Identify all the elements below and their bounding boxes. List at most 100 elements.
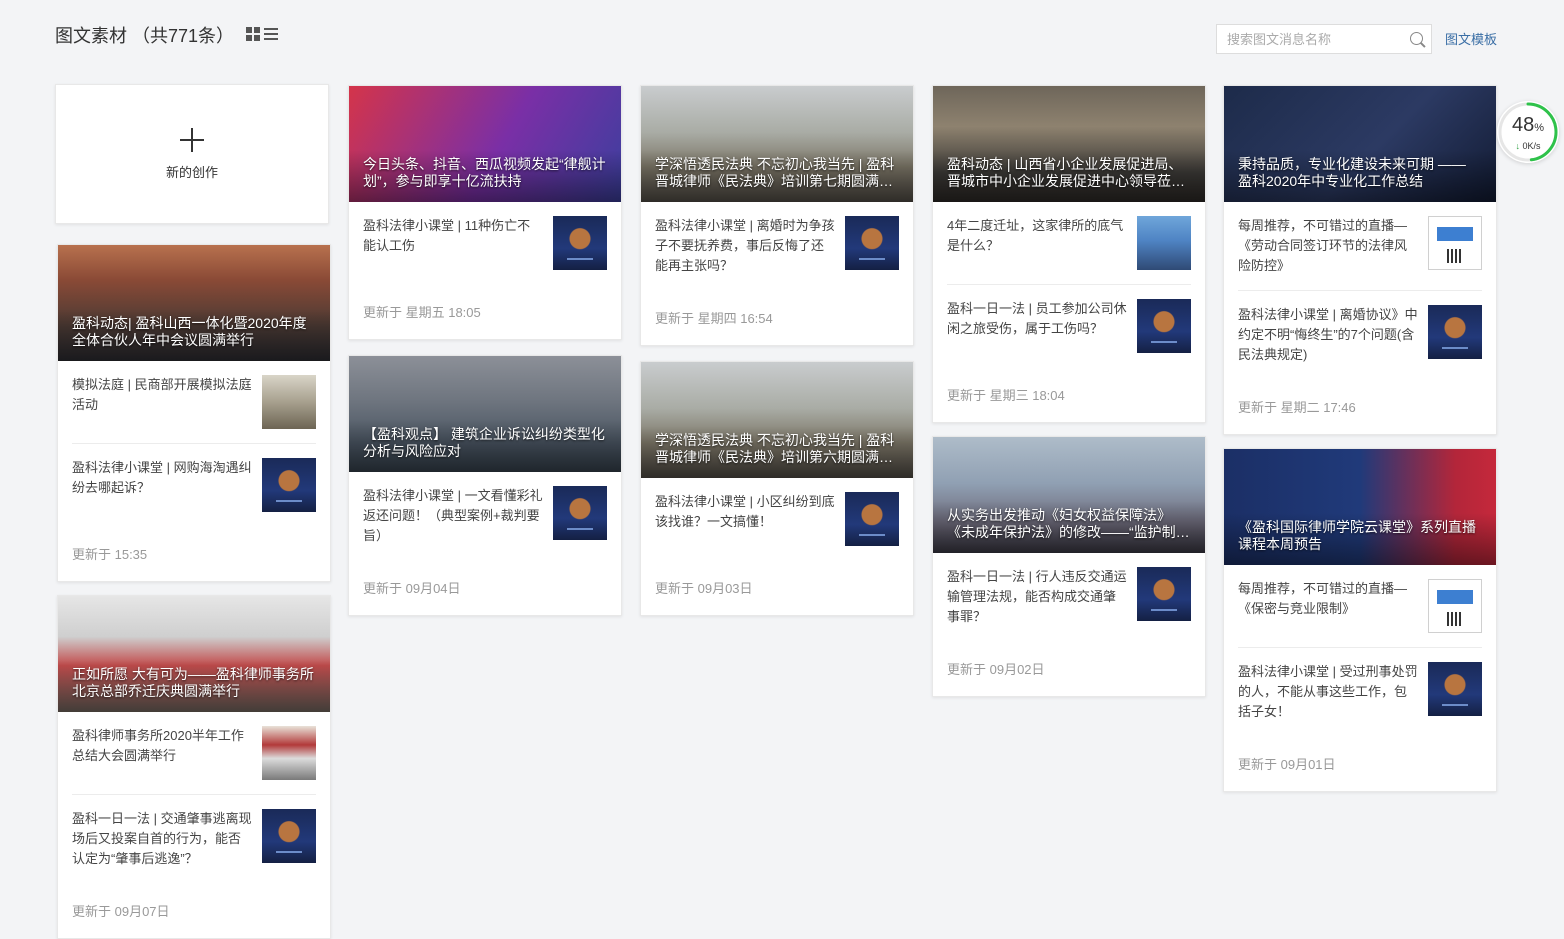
list-item[interactable]: 每周推荐，不可错过的直播—《劳动合同签订环节的法律风险防控》: [1238, 202, 1482, 291]
grid-view-icon[interactable]: [246, 27, 260, 41]
thumbnail-image: [1428, 662, 1482, 716]
updated-time: 更新于 星期二 17:46: [1238, 400, 1356, 415]
cover-title: 学深悟透民法典 不忘初心我当先 | 盈科晋城律师《民法典》培训第六期圆满举行: [641, 426, 913, 478]
cover-title: 【盈科观点】 建筑企业诉讼纠纷类型化分析与风险应对: [349, 420, 621, 472]
cover-image[interactable]: 学深悟透民法典 不忘初心我当先 | 盈科晋城律师《民法典》培训第七期圆满举行: [641, 86, 913, 202]
page-title: 图文素材 （共771条）: [55, 26, 235, 46]
list-item[interactable]: 盈科一日一法 | 行人违反交通运输管理法规，能否构成交通肇事罪？: [947, 553, 1191, 641]
item-title: 盈科一日一法 | 行人违反交通运输管理法规，能否构成交通肇事罪？: [947, 569, 1127, 624]
list-item[interactable]: 4年二度迁址，这家律所的底气是什么？: [947, 202, 1191, 285]
cover-image[interactable]: 秉持品质，专业化建设未来可期 —— 盈科2020年中专业化工作总结: [1224, 86, 1496, 202]
search-icon[interactable]: [1410, 32, 1423, 45]
updated-time: 更新于 09月02日: [947, 662, 1045, 677]
list-item[interactable]: 盈科一日一法 | 员工参加公司休闲之旅受伤，属于工伤吗？: [947, 285, 1191, 367]
updated-time: 更新于 09月04日: [363, 581, 461, 596]
cover-title: 《盈科国际律师学院云课堂》系列直播课程本周预告: [1224, 513, 1496, 565]
thumbnail-image: [262, 375, 316, 429]
article-card[interactable]: 从实务出发推动《妇女权益保障法》《未成年保护法》的修改——“监护制度”研讨会 盈…: [932, 436, 1206, 697]
cover-image[interactable]: 正如所愿 大有可为——盈科律师事务所北京总部乔迁庆典圆满举行: [58, 596, 330, 712]
thumbnail-image: [1137, 299, 1191, 353]
thumbnail-image: [1137, 216, 1191, 270]
item-title: 盈科法律小课堂 | 离婚协议》中约定不明“悔终生”的7个问题(含民法典规定): [1238, 307, 1418, 362]
down-arrow-icon: ↓: [1515, 141, 1520, 151]
cover-image[interactable]: 今日头条、抖音、西瓜视频发起“律舰计划”，参与即享十亿流扶持: [349, 86, 621, 202]
list-item[interactable]: 盈科法律小课堂 | 11种伤亡不能认工伤: [363, 202, 607, 284]
list-item[interactable]: 盈科法律小课堂 | 小区纠纷到底该找谁？一文搞懂！: [655, 478, 899, 560]
thumbnail-image: [845, 492, 899, 546]
cover-title: 从实务出发推动《妇女权益保障法》《未成年保护法》的修改——“监护制度”研讨会: [933, 501, 1205, 553]
cover-image[interactable]: 《盈科国际律师学院云课堂》系列直播课程本周预告: [1224, 449, 1496, 565]
thumbnail-image: [262, 809, 316, 863]
article-card[interactable]: 学深悟透民法典 不忘初心我当先 | 盈科晋城律师《民法典》培训第七期圆满举行 盈…: [640, 85, 914, 346]
thumbnail-image: [1428, 579, 1482, 633]
cover-title: 正如所愿 大有可为——盈科律师事务所北京总部乔迁庆典圆满举行: [58, 660, 330, 712]
updated-time: 更新于 15:35: [72, 547, 148, 562]
cover-image[interactable]: 盈科动态 | 山西省小企业发展促进局、晋城市中小企业发展促进中心领导莅临指导: [933, 86, 1205, 202]
updated-time: 更新于 09月07日: [72, 904, 170, 919]
speed-rate: ↓ 0K/s: [1515, 141, 1541, 151]
item-title: 盈科法律小课堂 | 网购海淘遇纠纷去哪起诉？: [72, 460, 252, 495]
thumbnail-image: [553, 486, 607, 540]
cover-title: 秉持品质，专业化建设未来可期 —— 盈科2020年中专业化工作总结: [1224, 150, 1496, 202]
updated-time: 更新于 星期三 18:04: [947, 388, 1065, 403]
item-title: 盈科一日一法 | 交通肇事逃离现场后又投案自首的行为，能否认定为“肇事后逃逸”？: [72, 811, 252, 866]
list-item[interactable]: 盈科法律小课堂 | 受过刑事处罚的人，不能从事这些工作，包括子女！: [1238, 648, 1482, 736]
cover-title: 今日头条、抖音、西瓜视频发起“律舰计划”，参与即享十亿流扶持: [349, 150, 621, 202]
cover-title: 盈科动态 | 山西省小企业发展促进局、晋城市中小企业发展促进中心领导莅临指导: [933, 150, 1205, 202]
item-title: 盈科法律小课堂 | 离婚时为争孩子不要抚养费，事后反悔了还能再主张吗？: [655, 218, 835, 273]
item-title: 盈科一日一法 | 员工参加公司休闲之旅受伤，属于工伤吗？: [947, 301, 1127, 336]
item-title: 盈科法律小课堂 | 受过刑事处罚的人，不能从事这些工作，包括子女！: [1238, 664, 1418, 719]
article-card[interactable]: 《盈科国际律师学院云课堂》系列直播课程本周预告 每周推荐，不可错过的直播—《保密…: [1223, 448, 1497, 792]
cover-title: 盈科动态| 盈科山西一体化暨2020年度全体合伙人年中会议圆满举行: [58, 309, 330, 361]
list-item[interactable]: 盈科法律小课堂 | 一文看懂彩礼返还问题！（典型案例+裁判要旨）: [363, 472, 607, 560]
thumbnail-image: [845, 216, 899, 270]
updated-time: 更新于 09月01日: [1238, 757, 1336, 772]
item-title: 每周推荐，不可错过的直播—《劳动合同签订环节的法律风险防控》: [1238, 218, 1408, 273]
list-item[interactable]: 盈科法律小课堂 | 离婚协议》中约定不明“悔终生”的7个问题(含民法典规定): [1238, 291, 1482, 379]
speed-percent: 48%: [1511, 114, 1545, 136]
list-item[interactable]: 每周推荐，不可错过的直播—《保密与竞业限制》: [1238, 565, 1482, 648]
item-title: 盈科法律小课堂 | 一文看懂彩礼返还问题！（典型案例+裁判要旨）: [363, 488, 543, 543]
top-bar: 图文素材 （共771条） 图文模板: [0, 0, 1564, 70]
item-title: 4年二度迁址，这家律所的底气是什么？: [947, 218, 1124, 253]
updated-time: 更新于 星期四 16:54: [655, 311, 773, 326]
cover-title: 学深悟透民法典 不忘初心我当先 | 盈科晋城律师《民法典》培训第七期圆满举行: [641, 150, 913, 202]
cover-image[interactable]: 盈科动态| 盈科山西一体化暨2020年度全体合伙人年中会议圆满举行: [58, 245, 330, 361]
article-card[interactable]: 正如所愿 大有可为——盈科律师事务所北京总部乔迁庆典圆满举行 盈科律师事务所20…: [57, 595, 331, 939]
thumbnail-image: [262, 726, 316, 780]
article-card[interactable]: 学深悟透民法典 不忘初心我当先 | 盈科晋城律师《民法典》培训第六期圆满举行 盈…: [640, 361, 914, 616]
thumbnail-image: [553, 216, 607, 270]
article-card[interactable]: 【盈科观点】 建筑企业诉讼纠纷类型化分析与风险应对 盈科法律小课堂 | 一文看懂…: [348, 355, 622, 616]
cover-image[interactable]: 学深悟透民法典 不忘初心我当先 | 盈科晋城律师《民法典》培训第六期圆满举行: [641, 362, 913, 478]
thumbnail-image: [1428, 216, 1482, 270]
item-title: 盈科律师事务所2020半年工作总结大会圆满举行: [72, 728, 244, 763]
item-title: 每周推荐，不可错过的直播—《保密与竞业限制》: [1238, 581, 1408, 616]
article-card[interactable]: 秉持品质，专业化建设未来可期 —— 盈科2020年中专业化工作总结 每周推荐，不…: [1223, 85, 1497, 435]
search-input[interactable]: [1217, 25, 1417, 53]
search-box: [1216, 24, 1432, 54]
view-toggle: [246, 27, 278, 41]
article-card[interactable]: 盈科动态| 盈科山西一体化暨2020年度全体合伙人年中会议圆满举行 模拟法庭 |…: [57, 244, 331, 582]
list-item[interactable]: 盈科法律小课堂 | 网购海淘遇纠纷去哪起诉？: [72, 444, 316, 526]
cover-image[interactable]: 从实务出发推动《妇女权益保障法》《未成年保护法》的修改——“监护制度”研讨会: [933, 437, 1205, 553]
list-item[interactable]: 盈科一日一法 | 交通肇事逃离现场后又投案自首的行为，能否认定为“肇事后逃逸”？: [72, 795, 316, 883]
updated-time: 更新于 09月03日: [655, 581, 753, 596]
item-title: 盈科法律小课堂 | 小区纠纷到底该找谁？一文搞懂！: [655, 494, 835, 529]
cover-image[interactable]: 【盈科观点】 建筑企业诉讼纠纷类型化分析与风险应对: [349, 356, 621, 472]
thumbnail-image: [1137, 567, 1191, 621]
new-creation-label: 新的创作: [165, 164, 218, 180]
new-creation-card[interactable]: 新的创作: [55, 84, 329, 224]
item-title: 盈科法律小课堂 | 11种伤亡不能认工伤: [363, 218, 531, 253]
thumbnail-image: [262, 458, 316, 512]
article-card[interactable]: 今日头条、抖音、西瓜视频发起“律舰计划”，参与即享十亿流扶持 盈科法律小课堂 |…: [348, 85, 622, 340]
list-item[interactable]: 模拟法庭 | 民商部开展模拟法庭活动: [72, 361, 316, 444]
list-item[interactable]: 盈科律师事务所2020半年工作总结大会圆满举行: [72, 712, 316, 795]
list-view-icon[interactable]: [264, 27, 278, 41]
updated-time: 更新于 星期五 18:05: [363, 305, 481, 320]
template-link[interactable]: 图文模板: [1445, 29, 1497, 48]
list-item[interactable]: 盈科法律小课堂 | 离婚时为争孩子不要抚养费，事后反悔了还能再主张吗？: [655, 202, 899, 290]
thumbnail-image: [1428, 305, 1482, 359]
item-title: 模拟法庭 | 民商部开展模拟法庭活动: [72, 377, 252, 412]
network-speed-widget[interactable]: 48% ↓ 0K/s: [1497, 101, 1559, 163]
article-card[interactable]: 盈科动态 | 山西省小企业发展促进局、晋城市中小企业发展促进中心领导莅临指导 4…: [932, 85, 1206, 423]
